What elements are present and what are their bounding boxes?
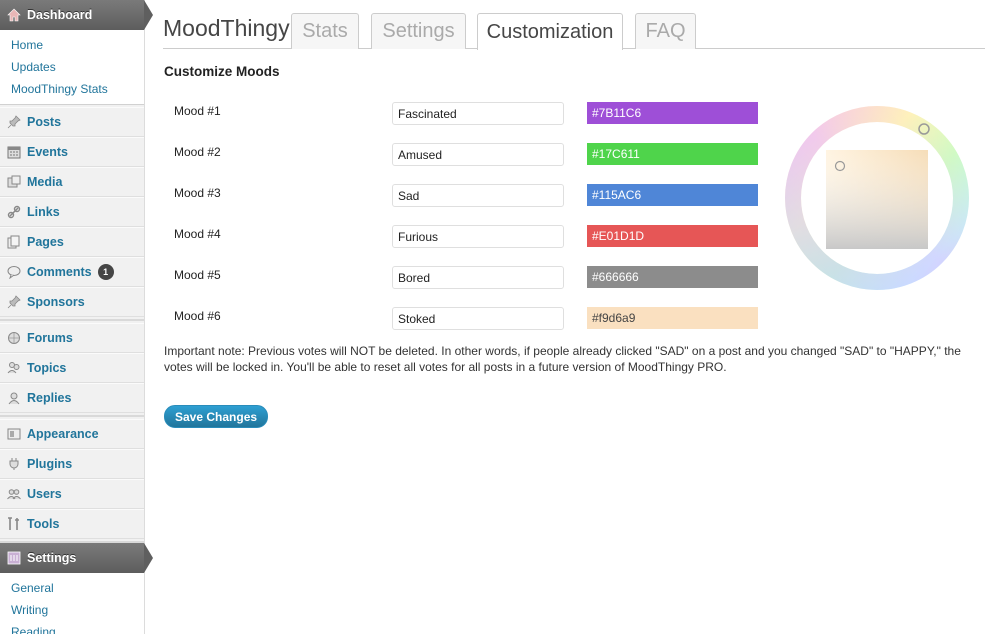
mood-label: Mood #1 — [174, 104, 221, 118]
submenu-reading[interactable]: Reading — [0, 621, 144, 634]
nav-tab-wrapper: MoodThingy Stats Settings Customization … — [163, 13, 985, 50]
mood-row: Mood #5 — [174, 266, 774, 290]
menu-forums-label: Forums — [27, 331, 73, 345]
mood-color-input[interactable] — [587, 143, 758, 165]
pushpin-icon — [6, 294, 22, 310]
submenu-home[interactable]: Home — [0, 34, 144, 56]
settings-submenu: General Writing Reading — [0, 573, 144, 634]
menu-topics-label: Topics — [27, 361, 67, 375]
menu-settings-label: Settings — [27, 551, 77, 565]
mood-color-input[interactable] — [587, 102, 758, 124]
menu-posts[interactable]: Posts — [0, 107, 144, 137]
menu-appearance[interactable]: Appearance — [0, 419, 144, 449]
plug-icon — [6, 456, 22, 472]
menu-forums[interactable]: Forums — [0, 323, 144, 353]
link-icon — [6, 204, 22, 220]
tools-icon — [6, 516, 22, 532]
appearance-icon — [6, 426, 22, 442]
menu-media-label: Media — [27, 175, 63, 189]
menu-events-label: Events — [27, 145, 68, 159]
mood-label: Mood #5 — [174, 268, 221, 282]
speech-bubble-icon — [6, 264, 22, 280]
menu-plugins-label: Plugins — [27, 457, 73, 471]
important-note: Important note: Previous votes will NOT … — [164, 344, 961, 374]
mood-label: Mood #6 — [174, 309, 221, 323]
menu-links-label: Links — [27, 205, 60, 219]
mood-row: Mood #3 — [174, 184, 774, 208]
tab-customization[interactable]: Customization — [477, 13, 623, 50]
menu-group-admin: Appearance Plugins Users Tools — [0, 417, 144, 543]
menu-comments[interactable]: Comments 1 — [0, 257, 144, 287]
admin-sidebar: Dashboard Home Updates MoodThingy Stats … — [0, 0, 153, 634]
menu-comments-label: Comments — [27, 265, 92, 279]
menu-media[interactable]: Media — [0, 167, 144, 197]
mood-name-input[interactable] — [392, 307, 564, 330]
mood-color-input[interactable] — [587, 307, 758, 329]
mood-row: Mood #4 — [174, 225, 774, 249]
section-title: Customize Moods — [164, 64, 280, 79]
save-changes-button[interactable]: Save Changes — [164, 405, 269, 428]
menu-users-label: Users — [27, 487, 62, 501]
plugin-title: MoodThingy — [163, 15, 290, 41]
menu-topics[interactable]: Topics — [0, 353, 144, 383]
menu-replies[interactable]: Replies — [0, 383, 144, 413]
mood-row: Mood #2 — [174, 143, 774, 167]
mood-name-input[interactable] — [392, 266, 564, 289]
mood-color-input[interactable] — [587, 225, 758, 247]
menu-posts-label: Posts — [27, 115, 62, 129]
menu-events[interactable]: Events — [0, 137, 144, 167]
mood-row: Mood #1 — [174, 102, 774, 126]
settings-icon — [7, 551, 21, 565]
submenu-writing[interactable]: Writing — [0, 599, 144, 621]
media-icon — [6, 174, 22, 190]
mood-color-input[interactable] — [587, 266, 758, 288]
mood-name-input[interactable] — [392, 102, 564, 125]
dashboard-submenu: Home Updates MoodThingy Stats — [0, 30, 144, 105]
mood-name-input[interactable] — [392, 143, 564, 166]
menu-plugins[interactable]: Plugins — [0, 449, 144, 479]
pushpin-icon — [6, 114, 22, 130]
menu-pages-label: Pages — [27, 235, 64, 249]
users-icon — [6, 486, 22, 502]
menu-tools[interactable]: Tools — [0, 509, 144, 539]
tab-settings[interactable]: Settings — [371, 13, 466, 49]
mood-color-input[interactable] — [587, 184, 758, 206]
comments-count-badge: 1 — [97, 264, 114, 280]
main-content: MoodThingy Stats Settings Customization … — [145, 0, 998, 634]
mood-name-input[interactable] — [392, 225, 564, 248]
menu-links[interactable]: Links — [0, 197, 144, 227]
reply-icon — [6, 390, 22, 406]
menu-users[interactable]: Users — [0, 479, 144, 509]
menu-replies-label: Replies — [27, 391, 72, 405]
menu-sponsors-label: Sponsors — [27, 295, 85, 309]
color-picker[interactable] — [782, 103, 972, 293]
mood-row: Mood #6 — [174, 307, 774, 331]
submenu-moodthingy-stats[interactable]: MoodThingy Stats — [0, 78, 144, 100]
submenu-updates[interactable]: Updates — [0, 56, 144, 78]
calendar-icon — [6, 144, 22, 160]
menu-group-content: Posts Events Media Links Pages Comments … — [0, 105, 144, 321]
tab-stats[interactable]: Stats — [291, 13, 359, 49]
menu-dashboard[interactable]: Dashboard — [0, 0, 153, 30]
menu-dashboard-label: Dashboard — [27, 8, 93, 22]
pages-icon — [6, 234, 22, 250]
menu-sponsors[interactable]: Sponsors — [0, 287, 144, 317]
tab-faq[interactable]: FAQ — [635, 13, 696, 49]
mood-label: Mood #4 — [174, 227, 221, 241]
mood-label: Mood #2 — [174, 145, 221, 159]
globe-icon — [6, 330, 22, 346]
menu-group-forums: Forums Topics Replies — [0, 321, 144, 417]
house-icon — [7, 8, 21, 22]
menu-appearance-label: Appearance — [27, 427, 99, 441]
menu-settings[interactable]: Settings — [0, 543, 153, 573]
menu-tools-label: Tools — [27, 517, 60, 531]
people-icon — [6, 360, 22, 376]
mood-name-input[interactable] — [392, 184, 564, 207]
mood-label: Mood #3 — [174, 186, 221, 200]
submenu-general[interactable]: General — [0, 577, 144, 599]
menu-pages[interactable]: Pages — [0, 227, 144, 257]
